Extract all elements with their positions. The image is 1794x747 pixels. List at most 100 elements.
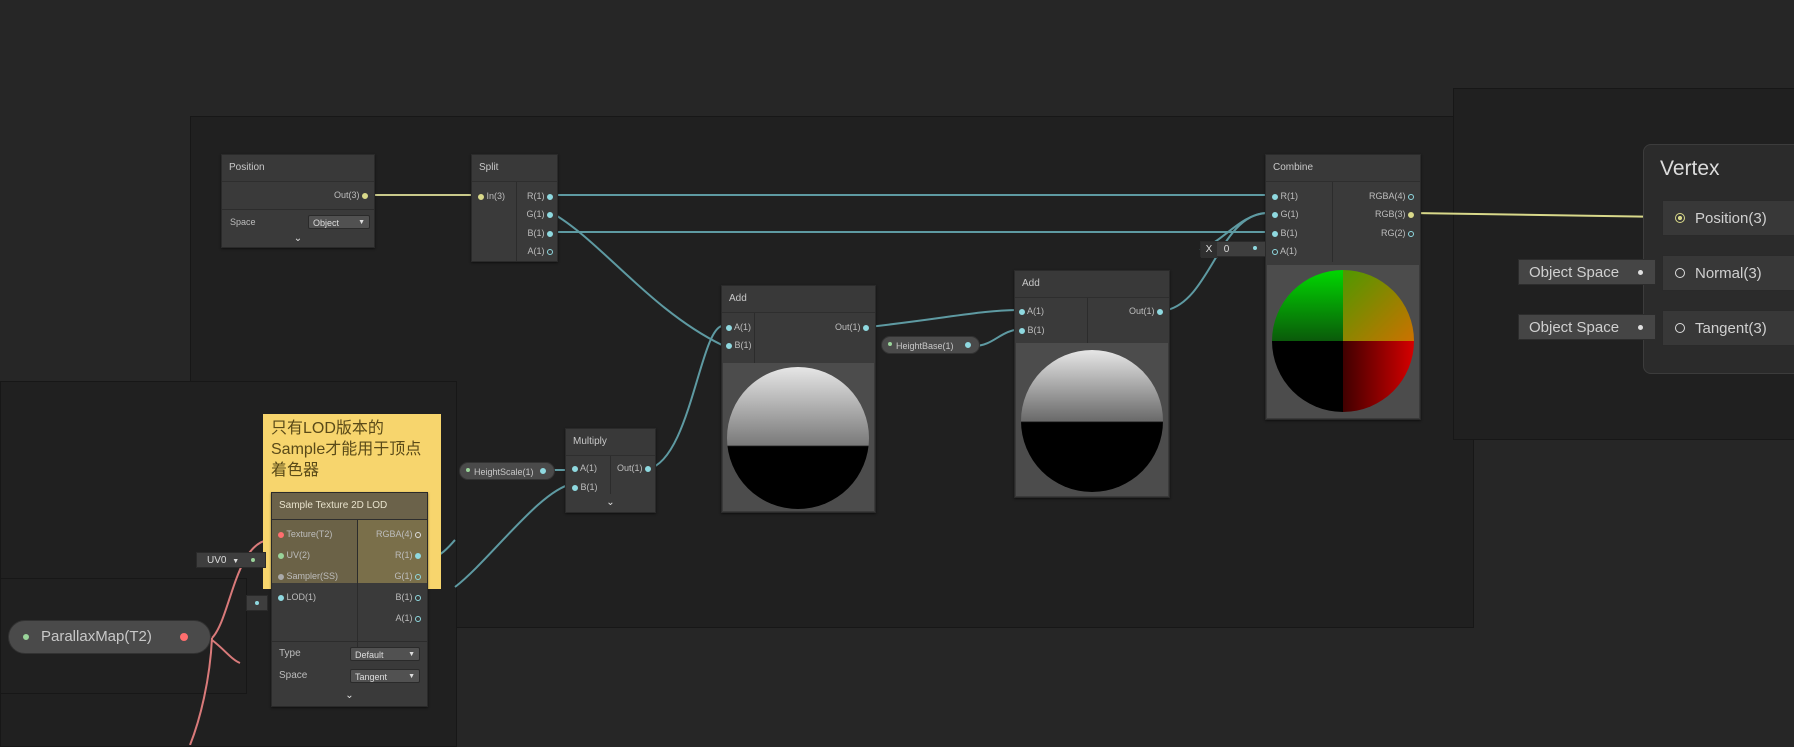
vertex-slot-position[interactable]: Position(3) (1662, 200, 1794, 236)
port-r[interactable]: R(1) (527, 189, 553, 203)
port-rgba[interactable]: RGBA(4) (376, 527, 421, 541)
port-r[interactable]: R(1) (395, 548, 421, 562)
port-dot-icon (415, 552, 421, 559)
node-title: Split (472, 155, 557, 182)
vertex-slot-normal[interactable]: Normal(3) (1662, 255, 1794, 291)
add-node-2[interactable]: Add A(1) B(1) Out(1) (1014, 270, 1170, 498)
port-dot-icon (547, 193, 553, 200)
lod-inline-field[interactable] (246, 595, 268, 611)
uv-inline-field[interactable]: UV0 ▼ (196, 552, 266, 568)
port-out[interactable]: Out(3) (334, 188, 368, 202)
output-dot-icon (540, 468, 546, 474)
tangent-space-field[interactable]: Object Space (1518, 314, 1656, 340)
port-dot-icon (415, 594, 421, 601)
port-dot-icon (1675, 268, 1685, 278)
node-title: Add (1015, 271, 1169, 298)
inline-x-label: X (1201, 242, 1217, 258)
port-out[interactable]: Out(1) (835, 320, 869, 334)
port-sampler[interactable]: Sampler(SS) (278, 569, 338, 583)
port-out[interactable]: Out(1) (1129, 304, 1163, 318)
port-dot-icon (278, 573, 284, 580)
space-label: Space (279, 670, 308, 681)
preview-panel (1016, 343, 1168, 496)
space-dropdown[interactable]: Object (308, 215, 370, 230)
port-g[interactable]: G(1) (1272, 207, 1299, 221)
combine-node[interactable]: Combine R(1) G(1) B(1) A(1) RGBA(4) RGB(… (1265, 154, 1421, 420)
port-dot-icon (572, 465, 578, 472)
port-in[interactable]: In(3) (478, 189, 505, 203)
vertex-slot-tangent[interactable]: Tangent(3) (1662, 310, 1794, 346)
output-dot-icon (965, 342, 971, 348)
port-dot-icon (1272, 193, 1278, 200)
port-r[interactable]: R(1) (1272, 189, 1298, 203)
preview-sphere (727, 367, 869, 509)
port-rgb[interactable]: RGB(3) (1375, 207, 1414, 221)
add-node-1[interactable]: Add A(1) B(1) Out(1) (721, 285, 876, 513)
port-dot-icon (415, 573, 421, 580)
collapse-chevron-icon[interactable]: ⌄ (272, 690, 427, 701)
port-dot-icon (415, 531, 421, 538)
normal-space-field[interactable]: Object Space (1518, 259, 1656, 285)
space-dropdown[interactable]: Tangent (350, 669, 420, 684)
port-texture[interactable]: Texture(T2) (278, 527, 332, 541)
port-b[interactable]: B(1) (572, 480, 598, 494)
port-dot-icon (547, 211, 553, 218)
inline-port-dot-icon (255, 601, 259, 605)
port-dot-icon (1272, 248, 1278, 255)
node-title: Sample Texture 2D LOD (272, 493, 427, 520)
node-title: Add (722, 286, 875, 313)
port-dot-icon (1019, 327, 1025, 334)
port-b[interactable]: B(1) (395, 590, 421, 604)
port-dot-icon (547, 230, 553, 237)
port-dot-icon (278, 594, 284, 601)
port-b[interactable]: B(1) (1272, 226, 1298, 240)
split-node[interactable]: Split In(3) R(1) G(1) B(1) A(1) (471, 154, 558, 262)
port-a[interactable]: A(1) (726, 320, 751, 334)
inline-x-value[interactable]: 0 (1224, 244, 1230, 255)
port-dot-icon (23, 634, 29, 640)
collapse-chevron-icon[interactable]: ⌄ (566, 497, 655, 508)
height-scale-property[interactable]: HeightScale(1) (459, 462, 555, 480)
type-dropdown[interactable]: Default (350, 647, 420, 662)
collapse-chevron-icon[interactable]: ⌄ (222, 233, 374, 244)
port-dot-icon (888, 342, 892, 346)
parallax-map-property[interactable]: ParallaxMap(T2) (8, 620, 211, 654)
port-a[interactable]: A(1) (572, 461, 597, 475)
output-dot-icon (180, 633, 188, 641)
port-b[interactable]: B(1) (726, 338, 752, 352)
port-dot-icon (726, 324, 732, 331)
port-b[interactable]: B(1) (527, 226, 553, 240)
port-a[interactable]: A(1) (1272, 244, 1297, 258)
port-dot-icon (863, 324, 869, 331)
port-dot-icon (645, 465, 651, 472)
port-rgba[interactable]: RGBA(4) (1369, 189, 1414, 203)
port-b[interactable]: B(1) (1019, 323, 1045, 337)
port-a[interactable]: A(1) (395, 611, 421, 625)
port-a[interactable]: A(1) (527, 244, 553, 258)
port-dot-icon (572, 484, 578, 491)
node-title: Position (222, 155, 374, 182)
combine-a-inline-field[interactable]: X 0 (1200, 241, 1266, 258)
port-lod[interactable]: LOD(1) (278, 590, 316, 604)
port-dot-icon (1272, 211, 1278, 218)
port-g[interactable]: G(1) (394, 569, 421, 583)
height-base-property[interactable]: HeightBase(1) (881, 336, 980, 354)
port-dot-icon (1408, 211, 1414, 218)
port-dot-icon (547, 248, 553, 255)
preview-sphere (1021, 350, 1163, 492)
node-title: Combine (1266, 155, 1420, 182)
port-dot-icon (362, 192, 368, 199)
port-out[interactable]: Out(1) (617, 461, 651, 475)
multiply-node[interactable]: Multiply A(1) B(1) Out(1) ⌄ (565, 428, 656, 513)
sample-texture-2d-lod-node[interactable]: Sample Texture 2D LOD Texture(T2) UV(2) … (271, 492, 428, 707)
port-uv[interactable]: UV(2) (278, 548, 310, 562)
port-a[interactable]: A(1) (1019, 304, 1044, 318)
port-rg[interactable]: RG(2) (1381, 226, 1414, 240)
position-node[interactable]: Position Out(3) Space Object ⌄ (221, 154, 375, 248)
port-dot-icon (466, 468, 470, 472)
port-g[interactable]: G(1) (526, 207, 553, 221)
uv-channel-dropdown[interactable]: UV0 (207, 555, 226, 566)
vertex-title: Vertex (1660, 157, 1720, 180)
port-dot-icon (478, 193, 484, 200)
port-dot-icon (1157, 308, 1163, 315)
